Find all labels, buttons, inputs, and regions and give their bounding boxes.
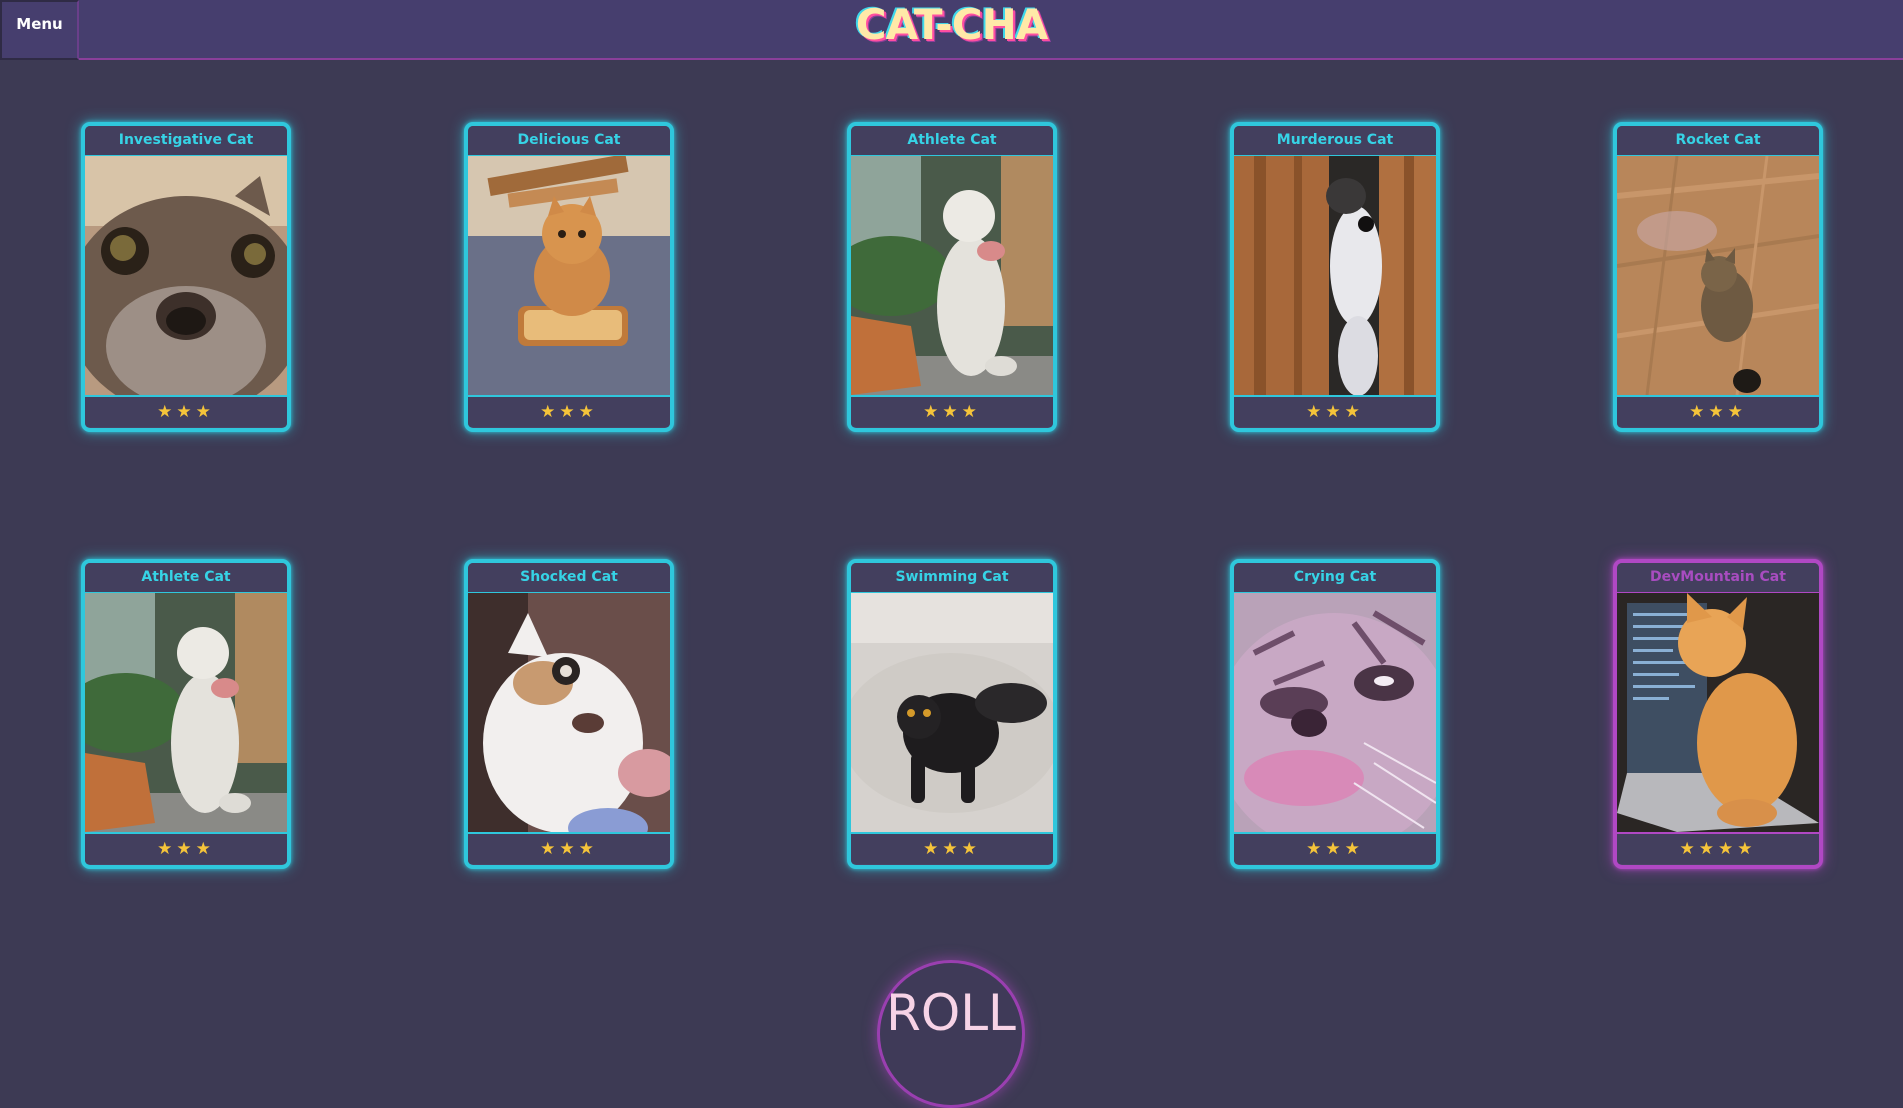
peeking-cat-icon xyxy=(1234,156,1436,395)
card-title: Athlete Cat xyxy=(85,563,287,593)
star-rating: ★★★ xyxy=(85,395,287,427)
card-title: Delicious Cat xyxy=(468,126,670,156)
star-rating: ★★★★ xyxy=(1617,832,1819,864)
cat-card[interactable]: Investigative Cat ★★★ xyxy=(81,122,291,432)
standing-cat-icon xyxy=(85,593,287,832)
cat-closeup-icon xyxy=(85,156,287,395)
star-rating: ★★★ xyxy=(468,395,670,427)
cat-card[interactable]: Athlete Cat ★★★ xyxy=(81,559,291,869)
shocked-cat-icon xyxy=(468,593,670,832)
card-title: Swimming Cat xyxy=(851,563,1053,593)
star-rating: ★★★ xyxy=(1617,395,1819,427)
tabby-floor-icon xyxy=(1617,156,1819,395)
cat-card[interactable]: Rocket Cat ★★★ xyxy=(1613,122,1823,432)
card-grid: Investigative Cat ★★★ Delicious Cat ★★★ … xyxy=(0,0,1903,1080)
star-rating: ★★★ xyxy=(85,832,287,864)
star-rating: ★★★ xyxy=(1234,832,1436,864)
crying-cat-icon xyxy=(1234,593,1436,832)
card-title: Rocket Cat xyxy=(1617,126,1819,156)
card-title: Crying Cat xyxy=(1234,563,1436,593)
cat-card[interactable]: Murderous Cat ★★★ xyxy=(1230,122,1440,432)
card-title: Shocked Cat xyxy=(468,563,670,593)
roll-button-label: ROLL xyxy=(886,984,1016,1042)
roll-button[interactable]: ROLL xyxy=(877,960,1025,1108)
wet-cat-icon xyxy=(851,593,1053,832)
star-rating: ★★★ xyxy=(1234,395,1436,427)
cat-card[interactable]: Shocked Cat ★★★ xyxy=(464,559,674,869)
cat-card[interactable]: Crying Cat ★★★ xyxy=(1230,559,1440,869)
laptop-kitten-icon xyxy=(1617,593,1819,832)
card-title: Athlete Cat xyxy=(851,126,1053,156)
star-rating: ★★★ xyxy=(851,395,1053,427)
kitten-bread-icon xyxy=(468,156,670,395)
cat-card[interactable]: Delicious Cat ★★★ xyxy=(464,122,674,432)
star-rating: ★★★ xyxy=(851,832,1053,864)
cat-card[interactable]: Swimming Cat ★★★ xyxy=(847,559,1057,869)
standing-cat-icon xyxy=(851,156,1053,395)
cat-card[interactable]: Athlete Cat ★★★ xyxy=(847,122,1057,432)
card-title: DevMountain Cat xyxy=(1617,563,1819,593)
card-title: Investigative Cat xyxy=(85,126,287,156)
cat-card-rare[interactable]: DevMountain Cat ★★★★ xyxy=(1613,559,1823,869)
star-rating: ★★★ xyxy=(468,832,670,864)
card-title: Murderous Cat xyxy=(1234,126,1436,156)
